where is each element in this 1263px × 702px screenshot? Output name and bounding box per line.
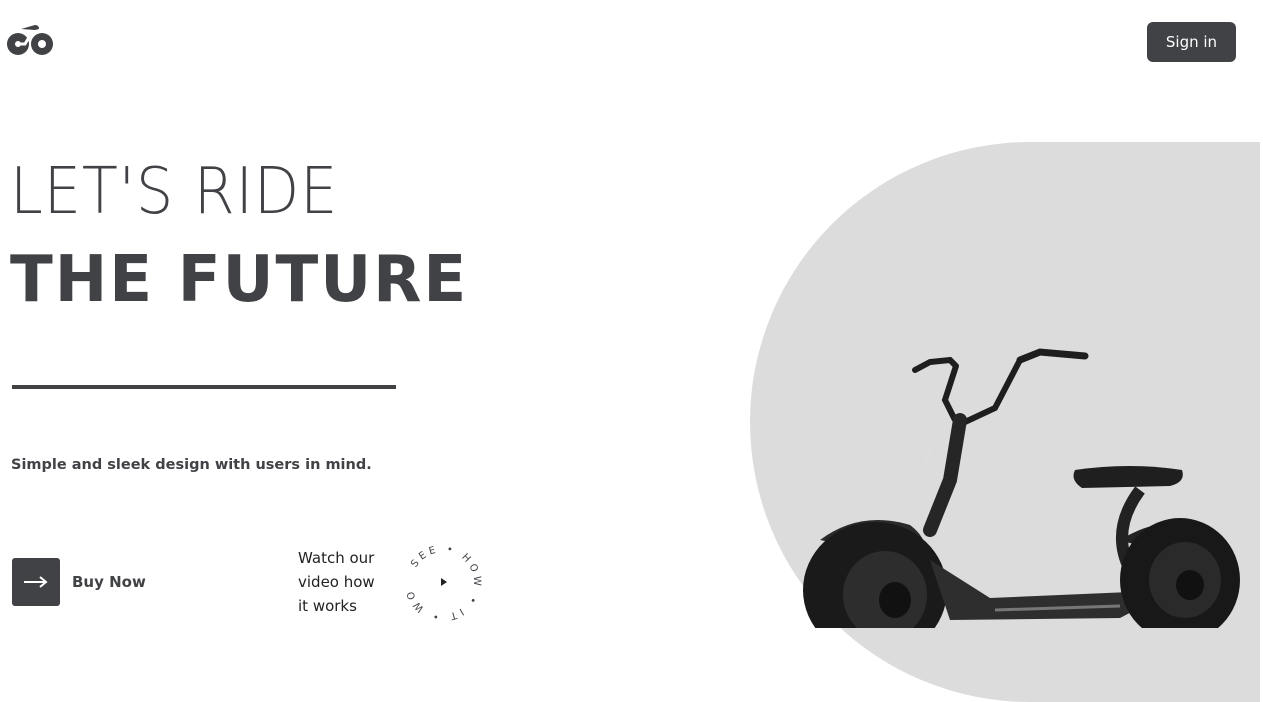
hero-title-light: LET'S RIDE xyxy=(10,155,339,229)
buy-now-label[interactable]: Buy Now xyxy=(72,573,146,591)
hero-divider xyxy=(12,385,396,389)
watch-line-1: Watch our xyxy=(298,549,375,567)
hero-title-bold: THE FUTURE xyxy=(10,243,469,317)
sign-in-button[interactable]: Sign in xyxy=(1147,22,1236,62)
scooter-logo-icon[interactable] xyxy=(5,22,53,58)
watch-line-2: video how xyxy=(298,573,375,591)
watch-video-text: Watch our video how it works xyxy=(298,546,388,618)
arrow-right-icon xyxy=(24,576,48,588)
watch-line-3: it works xyxy=(298,597,357,615)
buy-now-button[interactable] xyxy=(12,558,60,606)
hero-tagline: Simple and sleek design with users in mi… xyxy=(11,457,372,473)
play-icon xyxy=(441,578,447,586)
see-how-it-works-button[interactable]: SEE • HOW • IT • WORKS • xyxy=(398,535,483,623)
electric-scooter-image xyxy=(790,330,1260,658)
